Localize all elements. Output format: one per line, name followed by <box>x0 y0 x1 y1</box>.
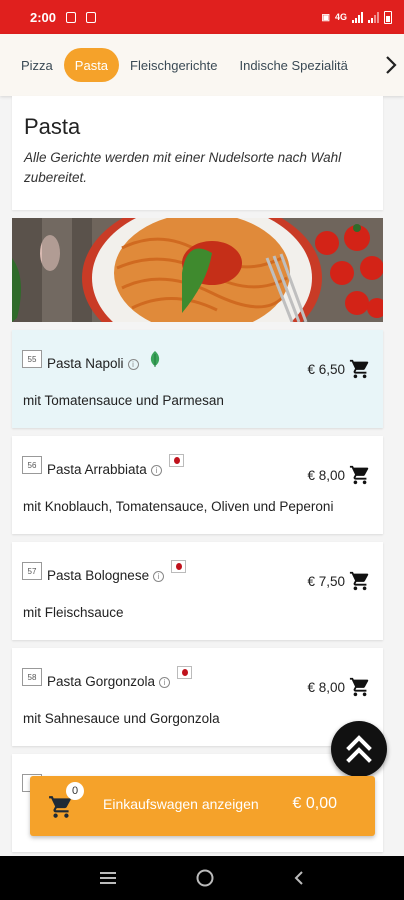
menu-item[interactable]: 57 Pasta Bolognese i € 7,50 mit Fleischsa… <box>12 542 383 640</box>
item-name-text: Pasta Bolognese <box>47 568 150 583</box>
item-number: 56 <box>22 456 42 474</box>
item-name-text: Pasta Gorgonzola <box>47 674 156 689</box>
tab-fleischgerichte[interactable]: Fleischgerichte <box>119 48 228 82</box>
pepper-icon <box>171 560 187 573</box>
item-price: € 8,00 <box>307 468 345 483</box>
double-chevron-up-icon <box>346 735 372 763</box>
menu-item[interactable]: 56 Pasta Arrabbiata i € 8,00 mit Knoblauc… <box>12 436 383 534</box>
item-number: 55 <box>22 350 42 368</box>
add-to-cart-icon[interactable] <box>349 570 371 592</box>
signal-icon <box>352 11 363 23</box>
back-icon[interactable] <box>292 869 306 887</box>
item-name: Pasta Napoli i <box>47 351 162 371</box>
item-description: mit Knoblauch, Tomatensauce, Oliven und … <box>23 499 334 514</box>
signal-icon-2 <box>368 11 379 23</box>
notification-icon <box>66 11 77 23</box>
item-name: Pasta Gorgonzola i <box>47 666 193 689</box>
cart-label: Einkaufswagen anzeigen <box>103 796 259 812</box>
status-time: 2:00 <box>30 9 57 25</box>
pepper-icon <box>168 454 184 467</box>
menu-item[interactable]: 58 Pasta Gorgonzola i € 8,00 mit Sahnesau… <box>12 648 383 746</box>
add-to-cart-icon[interactable] <box>349 358 371 380</box>
item-number: 57 <box>22 562 42 580</box>
chevron-right-icon <box>386 56 397 74</box>
item-name: Pasta Arrabbiata i <box>47 454 184 477</box>
scroll-to-top-button[interactable] <box>331 721 387 777</box>
battery-icon <box>384 10 392 24</box>
add-to-cart-icon[interactable] <box>349 464 371 486</box>
category-tabs: Pizza Pasta Fleischgerichte Indische Spe… <box>0 34 404 96</box>
home-icon[interactable] <box>195 868 215 888</box>
item-price: € 8,00 <box>307 680 345 695</box>
item-price: € 6,50 <box>307 362 345 377</box>
notification-icon-2 <box>86 11 97 23</box>
menu-content: Pasta Alle Gerichte werden mit einer Nud… <box>12 96 383 852</box>
pepper-icon <box>177 666 193 679</box>
pasta-hero-image <box>12 218 383 322</box>
item-name-text: Pasta Arrabbiata <box>47 462 147 477</box>
section-header: Pasta Alle Gerichte werden mit einer Nud… <box>12 96 383 210</box>
view-cart-button[interactable]: 0 Einkaufswagen anzeigen € 0,00 <box>30 776 375 836</box>
section-description: Alle Gerichte werden mit einer Nudelsort… <box>24 150 342 185</box>
item-description: mit Sahnesauce und Gorgonzola <box>23 711 220 726</box>
recent-apps-icon[interactable] <box>98 870 118 886</box>
cart-total: € 0,00 <box>292 795 337 812</box>
info-icon[interactable]: i <box>127 358 139 370</box>
section-title: Pasta <box>24 114 81 139</box>
tab-pasta[interactable]: Pasta <box>63 48 120 82</box>
add-to-cart-icon[interactable] <box>349 676 371 698</box>
info-icon[interactable]: i <box>150 464 162 476</box>
system-nav-bar <box>0 856 404 900</box>
item-number: 58 <box>22 668 42 686</box>
volte-icon: ▣ <box>321 11 330 22</box>
info-icon[interactable]: i <box>153 570 165 582</box>
tabs-scroll-right-button[interactable] <box>378 34 404 96</box>
item-name-text: Pasta Napoli <box>47 356 124 371</box>
item-description: mit Fleischsauce <box>23 605 124 620</box>
item-price: € 7,50 <box>307 574 345 589</box>
network-type: 4G <box>334 12 347 22</box>
leaf-icon <box>151 351 160 367</box>
cart-count-badge: 0 <box>66 782 84 800</box>
menu-item[interactable]: 55 Pasta Napoli i € 6,50 mit Tomatensauce… <box>12 330 383 428</box>
tab-indische-spezialitaeten[interactable]: Indische Spezialitä <box>228 48 358 82</box>
info-icon[interactable]: i <box>159 676 171 688</box>
item-description: mit Tomatensauce und Parmesan <box>23 393 224 408</box>
item-name: Pasta Bolognese i <box>47 560 187 583</box>
status-bar: 2:00 ▣ 4G <box>0 0 404 34</box>
tab-pizza[interactable]: Pizza <box>10 48 64 82</box>
